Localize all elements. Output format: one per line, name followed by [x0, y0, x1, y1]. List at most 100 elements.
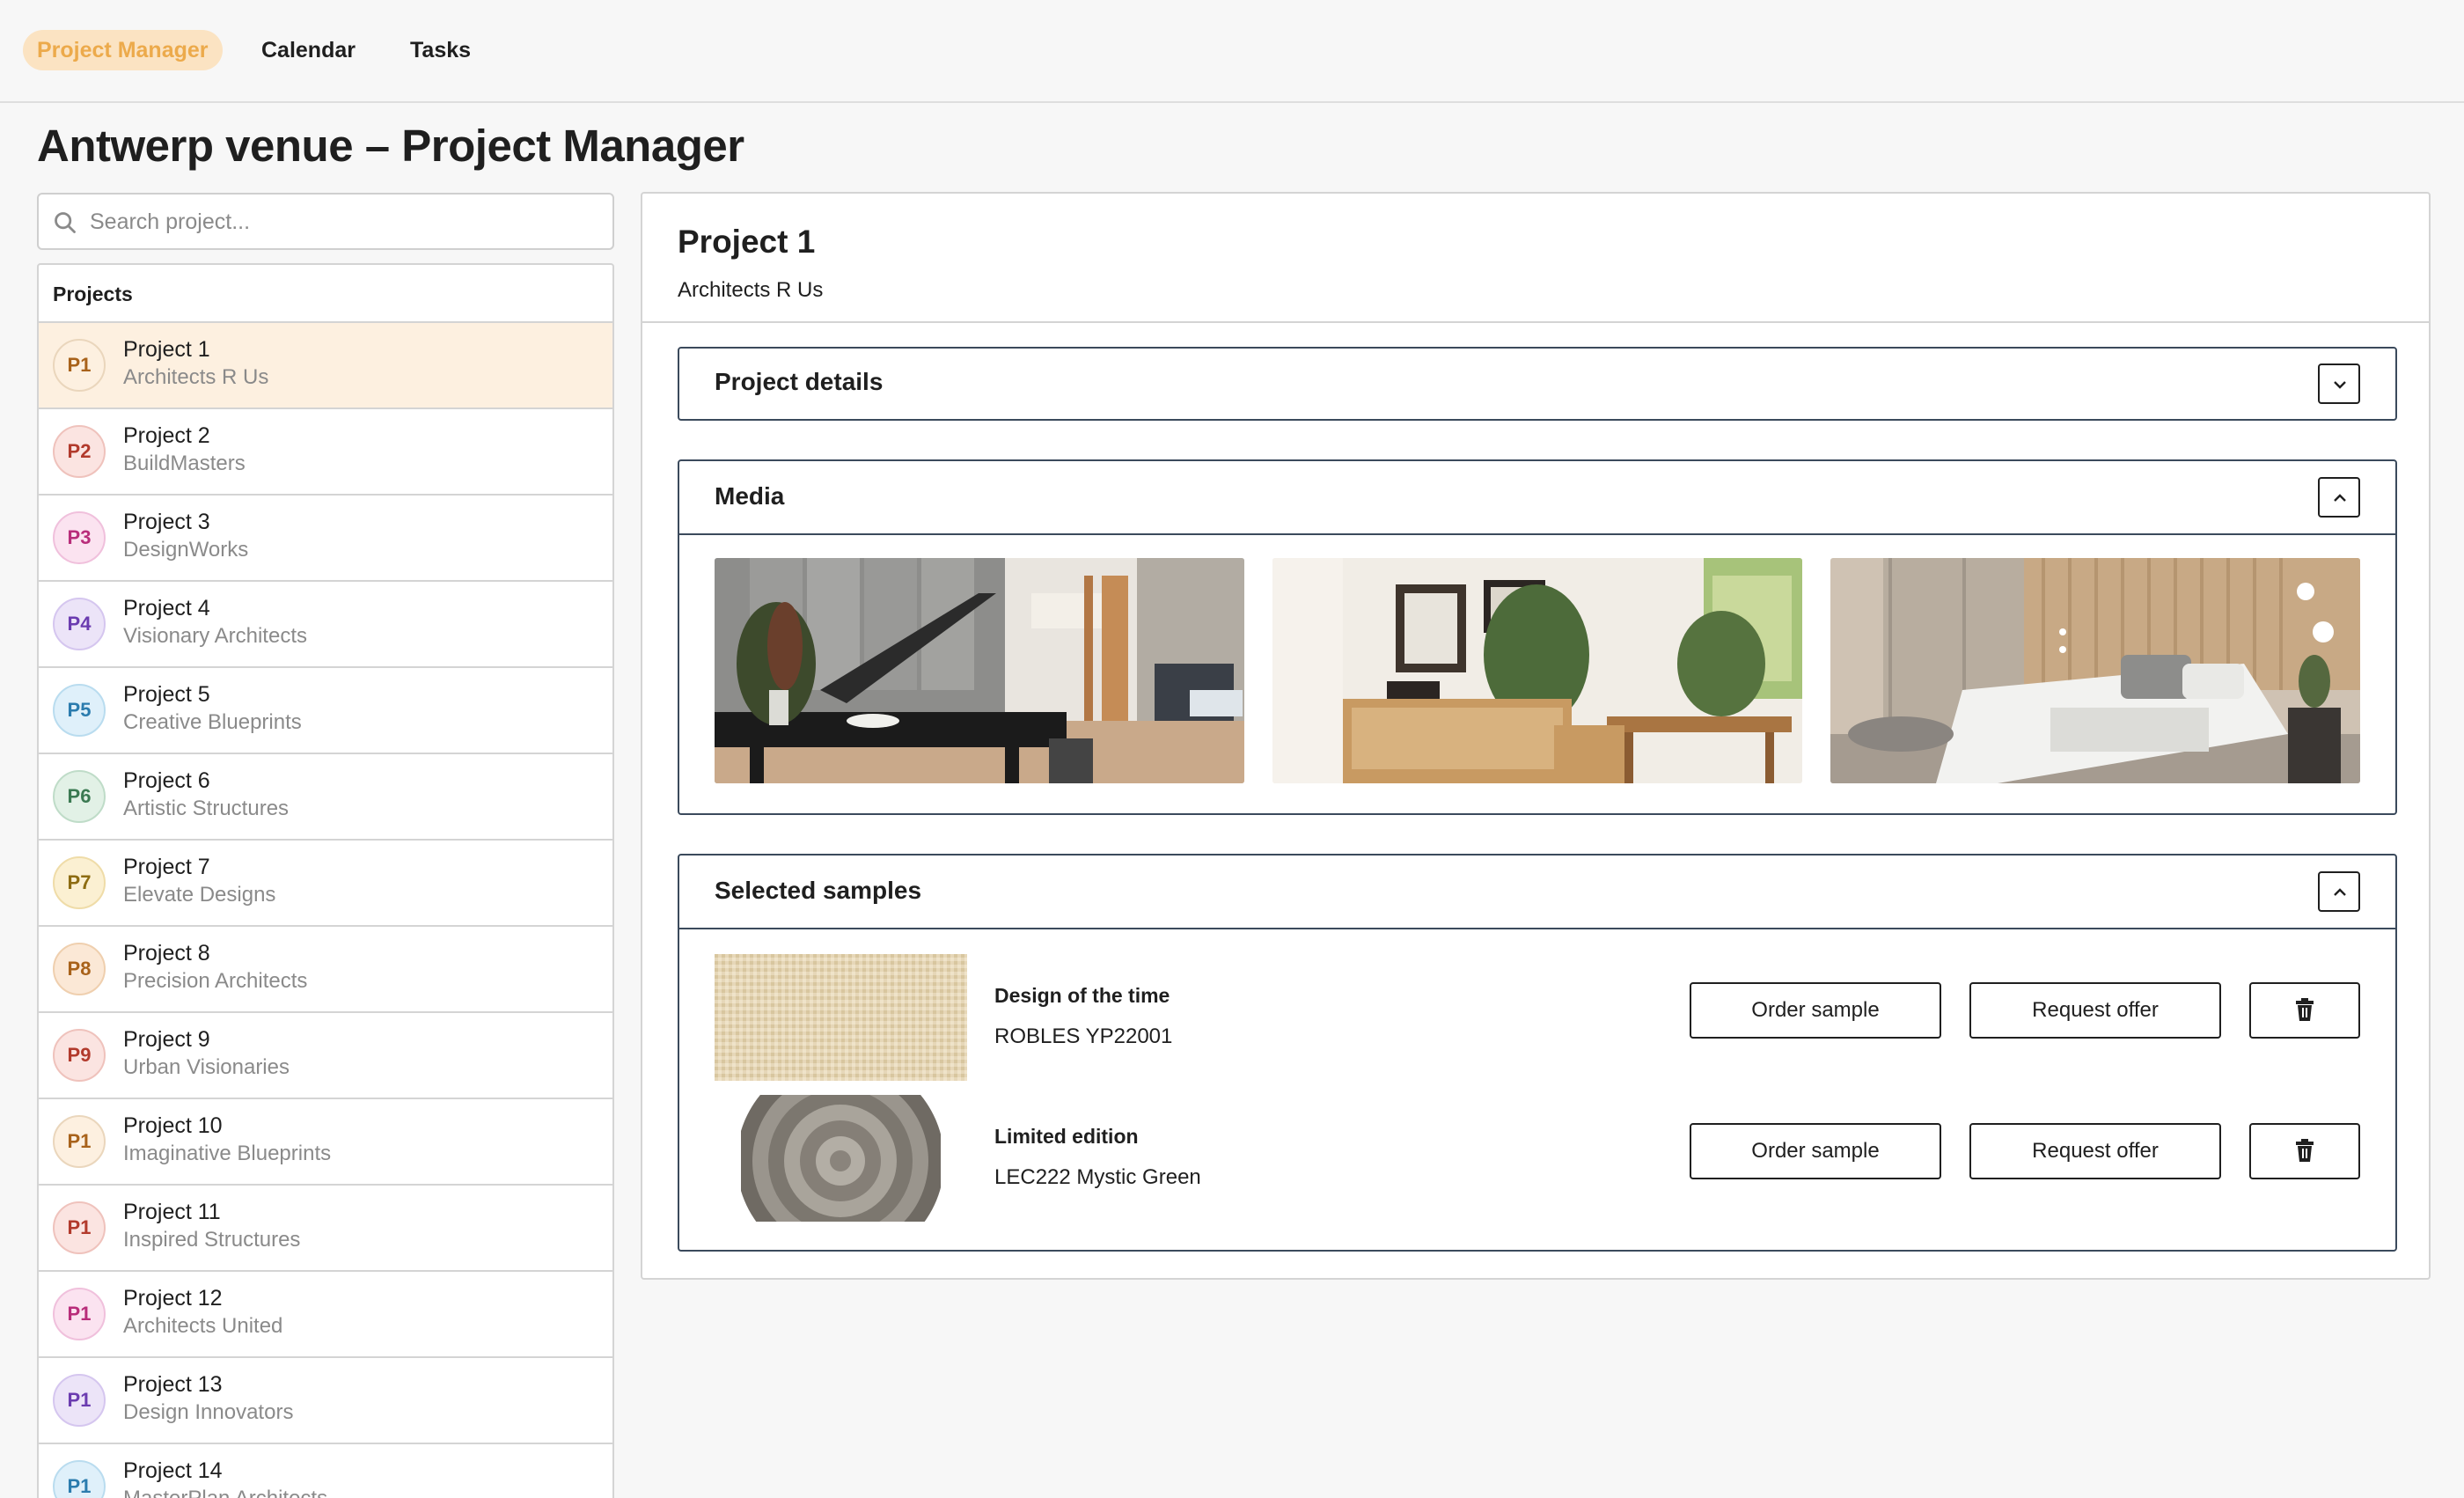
chevron-up-icon	[2334, 888, 2346, 896]
project-name: Project 10	[123, 1113, 223, 1138]
project-client-name: Design Innovators	[123, 1400, 294, 1424]
page-title: Antwerp venue – Project Manager	[37, 121, 744, 171]
collapse-media-button[interactable]	[2318, 477, 2360, 518]
project-name: Project 5	[123, 682, 210, 707]
nav-calendar[interactable]: Calendar	[247, 30, 370, 70]
divider	[679, 533, 2395, 535]
project-client-name: DesignWorks	[123, 538, 249, 562]
project-name: Project 11	[123, 1200, 221, 1224]
nav-project-manager[interactable]: Project Manager	[23, 30, 223, 70]
top-nav: Project Manager Calendar Tasks	[0, 0, 2464, 103]
project-avatar: P1	[53, 1460, 106, 1498]
project-client-name: Urban Visionaries	[123, 1055, 290, 1079]
project-list-item[interactable]: P1 Project 11 Inspired Structures	[39, 1186, 612, 1272]
project-name: Project 4	[123, 596, 210, 620]
nav-tasks[interactable]: Tasks	[396, 30, 485, 70]
project-client-name: Visionary Architects	[123, 624, 307, 648]
project-list-item[interactable]: P6 Project 6 Artistic Structures	[39, 754, 612, 841]
project-client-name: Precision Architects	[123, 969, 308, 993]
project-client-name: BuildMasters	[123, 452, 246, 475]
sample-code: LEC222 Mystic Green	[994, 1165, 1201, 1189]
project-client-name: Creative Blueprints	[123, 710, 302, 734]
section-title-selected-samples: Selected samples	[715, 877, 922, 904]
project-list-header: Projects	[39, 265, 612, 323]
media-image-3[interactable]	[1830, 558, 2360, 783]
project-detail-panel: Project 1 Architects R Us Project detail…	[641, 192, 2431, 1280]
project-list-item[interactable]: P4 Project 4 Visionary Architects	[39, 582, 612, 668]
project-avatar: P1	[53, 1201, 106, 1254]
delete-sample-button[interactable]	[2249, 982, 2360, 1039]
project-avatar: P1	[53, 1288, 106, 1340]
project-list-item[interactable]: P8 Project 8 Precision Architects	[39, 927, 612, 1013]
order-sample-button[interactable]: Order sample	[1690, 1123, 1941, 1179]
project-client-name: Imaginative Blueprints	[123, 1142, 332, 1165]
project-name: Project 13	[123, 1372, 223, 1397]
collapse-samples-button[interactable]	[2318, 871, 2360, 912]
project-name: Project 2	[123, 423, 210, 448]
project-avatar: P1	[53, 339, 106, 392]
sample-code: ROBLES YP22001	[994, 1024, 1173, 1048]
section-title-media: Media	[715, 482, 785, 510]
project-details-section: Project details	[678, 347, 2397, 421]
sample-thumbnail-plate	[715, 1095, 967, 1222]
project-name: Project 8	[123, 941, 210, 966]
project-client-name: Architects United	[123, 1314, 283, 1338]
chevron-down-icon	[2334, 381, 2346, 389]
project-client-name: Architects R Us	[123, 365, 269, 389]
order-sample-button[interactable]: Order sample	[1690, 982, 1941, 1039]
project-client-name: Artistic Structures	[123, 797, 290, 820]
project-name: Project 9	[123, 1027, 210, 1052]
project-client-name: Elevate Designs	[123, 883, 276, 907]
project-avatar: P1	[53, 1115, 106, 1168]
section-title-project-details: Project details	[715, 368, 884, 395]
media-image-1[interactable]	[715, 558, 1244, 783]
project-avatar: P2	[53, 425, 106, 478]
divider	[642, 321, 2429, 323]
project-avatar: P5	[53, 684, 106, 737]
project-list-item[interactable]: P5 Project 5 Creative Blueprints	[39, 668, 612, 754]
trash-icon	[2296, 1139, 2314, 1162]
project-avatar: P6	[53, 770, 106, 823]
project-list: Projects P1 Project 1 Architects R Us P2 Pro…	[37, 263, 614, 1498]
project-avatar: P8	[53, 943, 106, 995]
project-client-name: Inspired Structures	[123, 1228, 301, 1252]
project-name: Project 1	[123, 337, 210, 362]
search-icon	[55, 212, 76, 233]
project-list-item[interactable]: P1 Project 13 Design Innovators	[39, 1358, 612, 1444]
divider	[679, 928, 2395, 929]
project-name: Project 7	[123, 855, 210, 879]
expand-project-details-button[interactable]	[2318, 363, 2360, 404]
search-box	[37, 193, 614, 250]
project-avatar: P4	[53, 598, 106, 650]
project-list-item[interactable]: P3 Project 3 DesignWorks	[39, 496, 612, 582]
request-offer-button[interactable]: Request offer	[1969, 1123, 2221, 1179]
request-offer-button[interactable]: Request offer	[1969, 982, 2221, 1039]
project-name: Project 3	[123, 510, 210, 534]
project-list-item[interactable]: P1 Project 1 Architects R Us	[39, 323, 612, 409]
project-name: Project 12	[123, 1286, 223, 1311]
project-avatar: P3	[53, 511, 106, 564]
project-list-item[interactable]: P7 Project 7 Elevate Designs	[39, 841, 612, 927]
project-name: Project 14	[123, 1458, 223, 1483]
delete-sample-button[interactable]	[2249, 1123, 2360, 1179]
sample-name: Design of the time	[994, 984, 1170, 1007]
project-avatar: P7	[53, 856, 106, 909]
project-list-item[interactable]: P1 Project 14 MasterPlan Architects	[39, 1444, 612, 1498]
project-list-item[interactable]: P2 Project 2 BuildMasters	[39, 409, 612, 496]
project-list-item[interactable]: P1 Project 12 Architects United	[39, 1272, 612, 1358]
trash-icon	[2296, 998, 2314, 1021]
project-client-name: MasterPlan Architects	[123, 1487, 327, 1498]
selected-samples-section: Selected samples Design of the time ROBL…	[678, 854, 2397, 1252]
project-avatar: P9	[53, 1029, 106, 1082]
project-name: Project 6	[123, 768, 210, 793]
media-image-2[interactable]	[1272, 558, 1802, 783]
chevron-up-icon	[2334, 494, 2346, 502]
project-list-item[interactable]: P9 Project 9 Urban Visionaries	[39, 1013, 612, 1099]
project-list-item[interactable]: P1 Project 10 Imaginative Blueprints	[39, 1099, 612, 1186]
sample-name: Limited edition	[994, 1125, 1139, 1148]
project-avatar: P1	[53, 1374, 106, 1427]
sample-thumbnail-fabric	[715, 954, 967, 1081]
search-input[interactable]	[90, 202, 600, 242]
project-title: Project 1	[678, 224, 816, 260]
media-section: Media	[678, 459, 2397, 815]
